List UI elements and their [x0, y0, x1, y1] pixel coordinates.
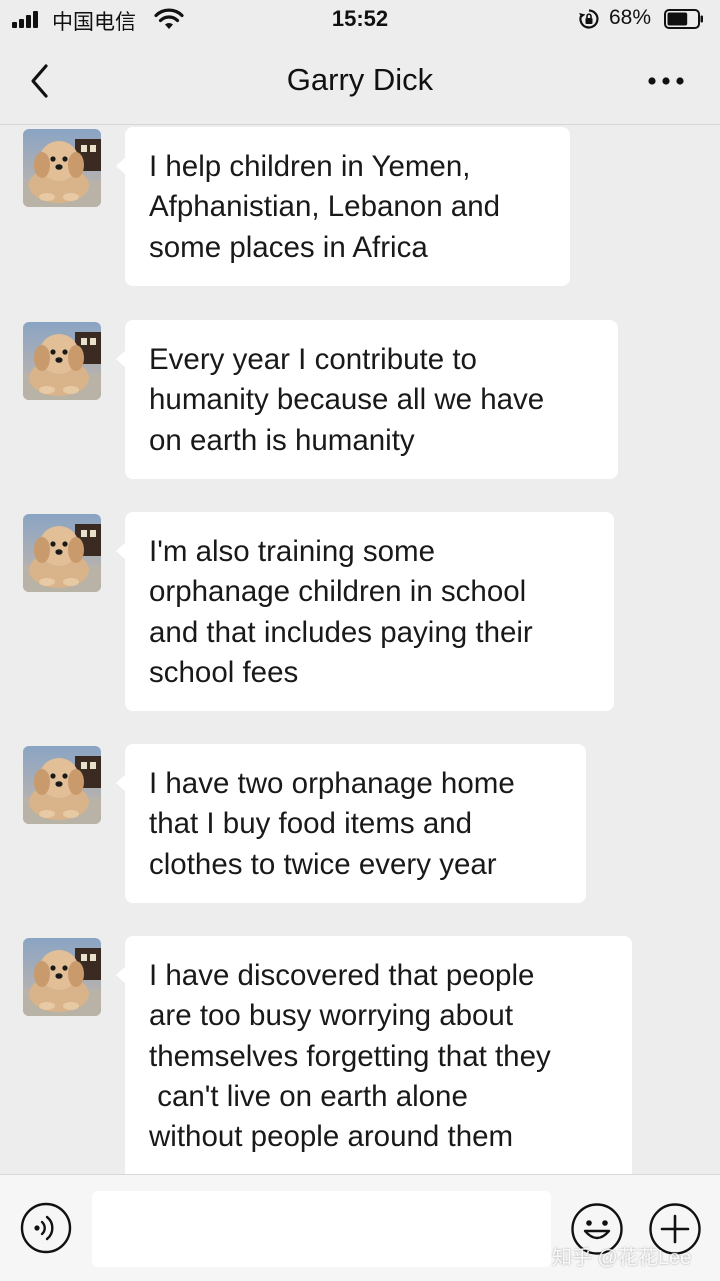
- status-bar: 中国电信 15:52 68%: [0, 0, 720, 40]
- voice-input-button[interactable]: [20, 1202, 72, 1254]
- battery-icon: [664, 9, 703, 29]
- avatar[interactable]: [23, 514, 101, 592]
- message-bubble[interactable]: I help children in Yemen, Afphanistian, …: [116, 127, 570, 286]
- dog-avatar-icon: [23, 746, 101, 824]
- dog-avatar-icon: [23, 322, 101, 400]
- message-text: Every year I contribute to humanity beca…: [149, 343, 545, 457]
- dog-avatar-icon: [23, 129, 101, 207]
- more-options-button[interactable]: [644, 68, 692, 94]
- input-bar: 知乎 @花花Lee: [0, 1174, 720, 1281]
- message-bubble[interactable]: I have discovered that people are too bu…: [116, 936, 632, 1175]
- chat-screen: 中国电信 15:52 68% Garry Dick I help childre…: [0, 0, 720, 1281]
- dog-avatar-icon: [23, 514, 101, 592]
- message-list[interactable]: I help children in Yemen, Afphanistian, …: [0, 125, 720, 1175]
- battery-percent: 68%: [609, 6, 652, 29]
- more-dots-icon: [648, 77, 684, 85]
- avatar[interactable]: [23, 129, 101, 207]
- chevron-left-icon: [31, 64, 48, 98]
- nav-bar: Garry Dick: [0, 40, 720, 125]
- message-text: I have two orphanage home that I buy foo…: [149, 767, 515, 881]
- back-button[interactable]: [22, 60, 62, 102]
- message-bubble[interactable]: I'm also training some orphanage childre…: [116, 512, 614, 711]
- orientation-lock-icon: [579, 9, 599, 29]
- message-text: I help children in Yemen, Afphanistian, …: [149, 150, 501, 264]
- voice-input-icon: [20, 1202, 72, 1254]
- avatar[interactable]: [23, 938, 101, 1016]
- message-text: I'm also training some orphanage childre…: [149, 535, 533, 689]
- message-input[interactable]: [92, 1191, 551, 1267]
- message-text: I have discovered that people are too bu…: [149, 959, 551, 1154]
- avatar[interactable]: [23, 322, 101, 400]
- chat-title: Garry Dick: [286, 62, 434, 97]
- message-bubble[interactable]: Every year I contribute to humanity beca…: [116, 320, 618, 479]
- watermark: 知乎 @花花Lee: [552, 1247, 692, 1269]
- dog-avatar-icon: [23, 938, 101, 1016]
- avatar[interactable]: [23, 746, 101, 824]
- message-bubble[interactable]: I have two orphanage home that I buy foo…: [116, 744, 586, 903]
